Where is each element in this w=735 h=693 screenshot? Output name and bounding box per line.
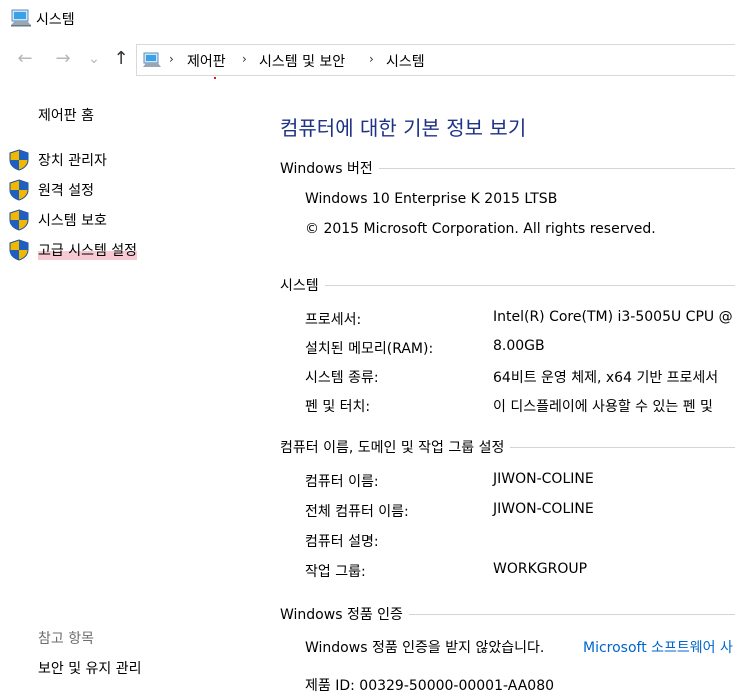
window-title: 시스템 <box>36 12 75 28</box>
system-protection-label: 시스템 보호 <box>38 213 107 229</box>
full-computer-name-value: JIWON-COLINE <box>493 501 594 517</box>
left-task-pane: 제어판 홈 장치 관리자 원격 설정 시스템 보호 고급 시스템 설정 참고 항… <box>0 90 258 693</box>
product-id: 제품 ID: 00329-50000-00001-AA080 <box>305 678 555 693</box>
system-computer-icon <box>11 9 31 27</box>
workgroup-value: WORKGROUP <box>493 561 588 577</box>
pen-touch-value: 이 디스플레이에 사용할 수 있는 펜 및 <box>493 399 713 415</box>
breadcrumb-control-panel[interactable]: 제어판 <box>187 51 226 71</box>
computer-name-section-header: 컴퓨터 이름, 도메인 및 작업 그룹 설정 <box>280 437 735 457</box>
computer-name-label: 컴퓨터 이름: <box>305 474 379 490</box>
remote-settings-label: 원격 설정 <box>38 183 94 199</box>
system-heading: 시스템 <box>280 275 325 295</box>
security-maintenance-link[interactable]: 보안 및 유지 관리 <box>38 658 142 678</box>
license-terms-link[interactable]: Microsoft 소프트웨어 사 <box>583 637 733 657</box>
windows-edition-heading: Windows 버전 <box>280 158 379 178</box>
pen-touch-label: 펜 및 터치: <box>305 399 371 415</box>
breadcrumb-separator-icon: › <box>369 52 374 66</box>
navigation-bar: ← → ⌄ ↑ › 제어판 › 시스템 및 보안 › 시스템 <box>0 40 735 78</box>
control-panel-icon <box>143 52 161 67</box>
main-content: 컴퓨터에 대한 기본 정보 보기 Windows 버전 Windows 10 E… <box>280 90 735 693</box>
computer-name-value: JIWON-COLINE <box>493 471 594 487</box>
address-bar[interactable]: › 제어판 › 시스템 및 보안 › 시스템 <box>136 44 735 76</box>
up-arrow-icon[interactable]: ↑ <box>110 48 132 70</box>
uac-shield-icon <box>9 239 29 261</box>
recent-locations-chevron-icon[interactable]: ⌄ <box>83 48 105 70</box>
processor-label: 프로세서: <box>305 312 362 328</box>
forward-arrow-icon[interactable]: → <box>52 48 74 70</box>
cursor-dot <box>214 77 216 79</box>
processor-row: 프로세서: Intel(R) Core(TM) i3-5005U CPU @ <box>305 309 735 329</box>
breadcrumb-separator-icon: › <box>242 52 247 66</box>
computer-description-row: 컴퓨터 설명: <box>305 531 735 551</box>
workgroup-label: 작업 그룹: <box>305 564 366 580</box>
control-panel-home-link[interactable]: 제어판 홈 <box>38 105 94 125</box>
see-also-heading: 참고 항목 <box>38 631 94 647</box>
copyright-text: © 2015 Microsoft Corporation. All rights… <box>305 221 656 237</box>
computer-name-row: 컴퓨터 이름: JIWON-COLINE <box>305 471 735 491</box>
uac-shield-icon <box>9 149 29 171</box>
system-section-header: 시스템 <box>280 275 735 295</box>
system-type-row: 시스템 종류: 64비트 운영 체제, x64 기반 프로세서 <box>305 367 735 387</box>
page-title: 컴퓨터에 대한 기본 정보 보기 <box>280 116 527 140</box>
memory-label: 설치된 메모리(RAM): <box>305 341 434 357</box>
workgroup-row: 작업 그룹: WORKGROUP <box>305 561 735 581</box>
breadcrumb-system[interactable]: 시스템 <box>386 51 425 71</box>
pen-touch-row: 펜 및 터치: 이 디스플레이에 사용할 수 있는 펜 및 <box>305 396 735 416</box>
windows-edition-value: Windows 10 Enterprise K 2015 LTSB <box>305 191 558 207</box>
remote-settings-link[interactable]: 원격 설정 <box>8 179 248 203</box>
advanced-system-settings-link[interactable]: 고급 시스템 설정 <box>8 239 248 263</box>
system-type-value: 64비트 운영 체제, x64 기반 프로세서 <box>493 370 719 386</box>
system-type-label: 시스템 종류: <box>305 370 379 386</box>
breadcrumb-system-security[interactable]: 시스템 및 보안 <box>259 51 345 71</box>
computer-name-heading: 컴퓨터 이름, 도메인 및 작업 그룹 설정 <box>280 437 511 457</box>
activation-heading: Windows 정품 인증 <box>280 604 409 624</box>
full-computer-name-label: 전체 컴퓨터 이름: <box>305 504 409 520</box>
activation-status: Windows 정품 인증을 받지 않았습니다. <box>305 640 545 656</box>
back-arrow-icon[interactable]: ← <box>14 48 36 70</box>
title-bar: 시스템 <box>0 0 735 36</box>
memory-value: 8.00GB <box>493 338 545 354</box>
processor-value: Intel(R) Core(TM) i3-5005U CPU @ <box>493 309 733 325</box>
uac-shield-icon <box>9 179 29 201</box>
uac-shield-icon <box>9 209 29 231</box>
system-protection-link[interactable]: 시스템 보호 <box>8 209 248 233</box>
activation-section-header: Windows 정품 인증 <box>280 604 735 624</box>
memory-row: 설치된 메모리(RAM): 8.00GB <box>305 338 735 358</box>
full-computer-name-row: 전체 컴퓨터 이름: JIWON-COLINE <box>305 501 735 521</box>
device-manager-label: 장치 관리자 <box>38 153 107 169</box>
windows-edition-section-header: Windows 버전 <box>280 158 735 178</box>
breadcrumb-separator-icon: › <box>169 52 174 66</box>
device-manager-link[interactable]: 장치 관리자 <box>8 149 248 173</box>
advanced-system-settings-label: 고급 시스템 설정 <box>38 240 138 260</box>
computer-description-label: 컴퓨터 설명: <box>305 534 379 550</box>
section-divider <box>280 285 735 286</box>
